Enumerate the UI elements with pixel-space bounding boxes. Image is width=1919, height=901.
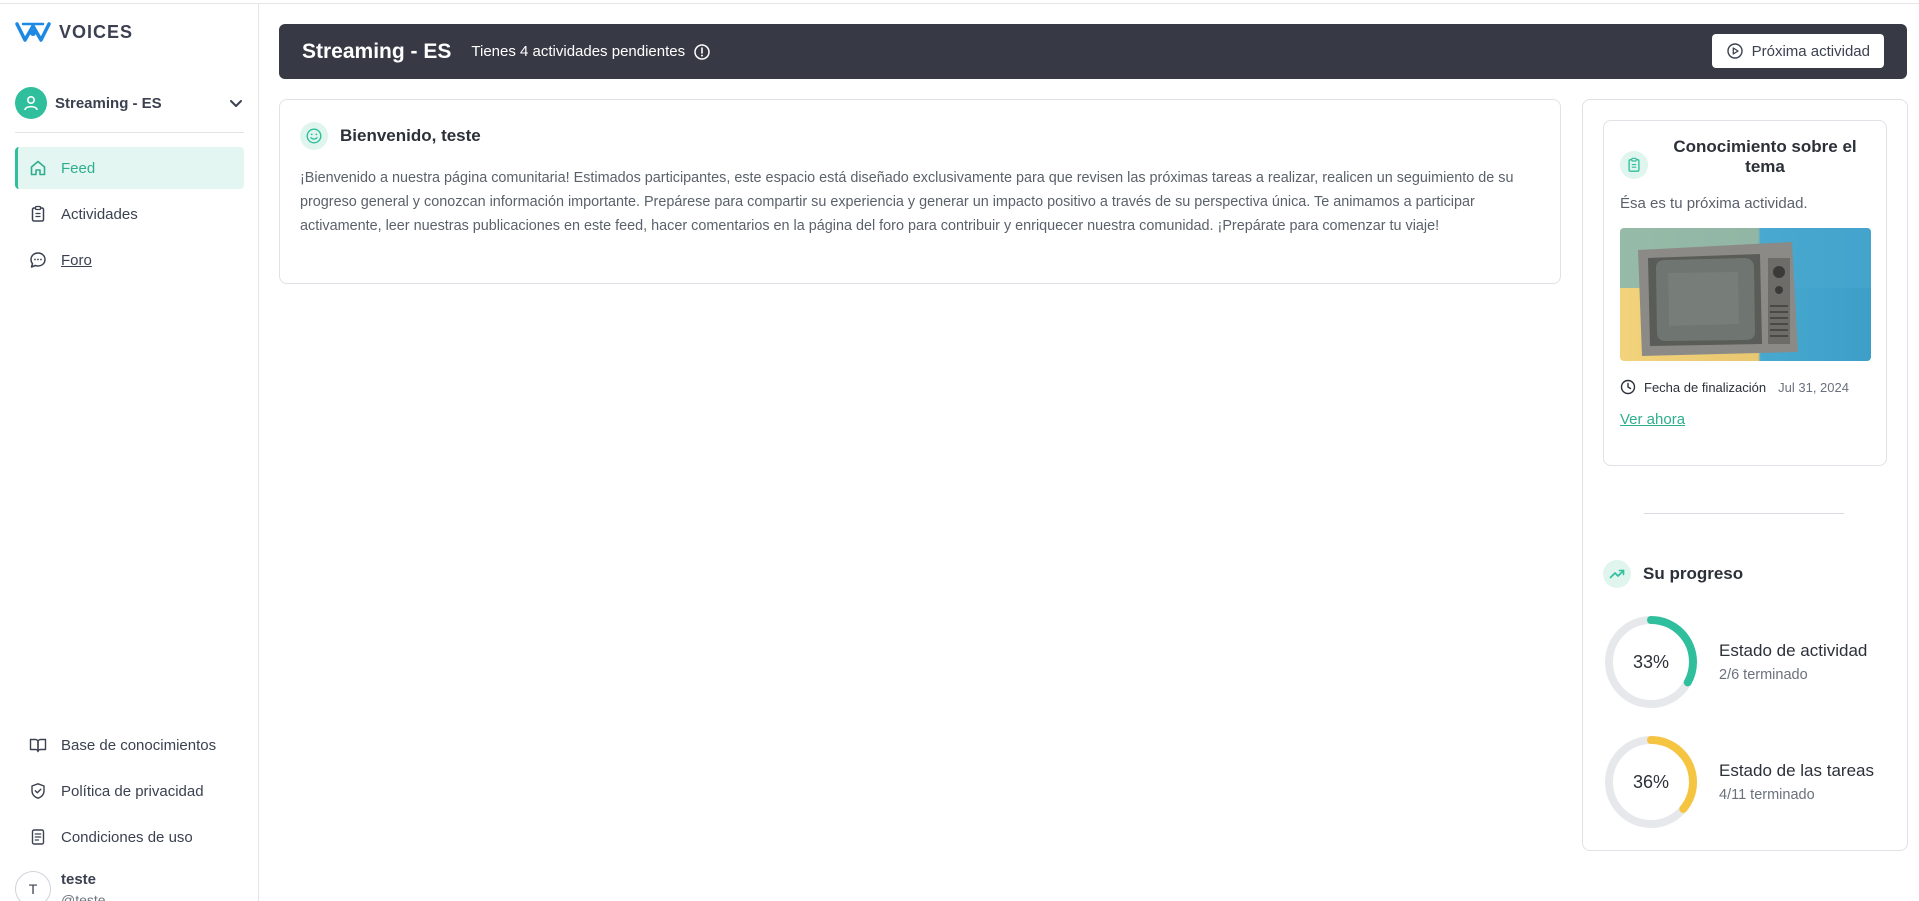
sidebar-item-actividades[interactable]: Actividades <box>15 193 244 235</box>
book-icon <box>29 738 47 753</box>
activity-progress: 33% Estado de actividad 2/6 terminado <box>1603 614 1903 710</box>
user-name: teste <box>61 871 97 888</box>
sidebar-item-label: Feed <box>61 159 96 177</box>
trending-up-icon <box>1603 560 1631 588</box>
info-icon[interactable] <box>693 43 711 61</box>
next-activity-subtitle: Ésa es tu próxima actividad. <box>1620 195 1808 212</box>
shield-icon <box>31 783 45 799</box>
smiley-icon <box>300 122 328 150</box>
next-activity-button[interactable]: Próxima actividad <box>1711 34 1884 68</box>
brand-name: VOICES <box>59 21 134 42</box>
clock-icon <box>1620 379 1636 395</box>
community-name: Streaming - ES <box>55 94 162 112</box>
progress-count: 4/11 terminado <box>1719 787 1815 803</box>
due-date-value: Jul 31, 2024 <box>1778 379 1849 395</box>
progress-label: Estado de las tareas <box>1719 761 1874 780</box>
user-profile[interactable]: T teste @teste <box>15 871 106 901</box>
next-activity-card: Conocimiento sobre el tema Ésa es tu pró… <box>1603 120 1887 466</box>
page-header: Streaming - ES Tienes 4 actividades pend… <box>279 24 1907 79</box>
sidebar: VOICES Streaming - ES Feed Actividades F… <box>0 4 259 901</box>
progress-label: Estado de actividad <box>1719 641 1868 660</box>
brand[interactable]: VOICES <box>15 18 133 46</box>
sidebar-divider <box>15 132 244 133</box>
clipboard-icon <box>31 205 45 222</box>
play-circle-icon <box>1726 43 1743 59</box>
welcome-title: Bienvenido, teste <box>340 126 481 145</box>
sidebar-item-foro[interactable]: Foro <box>15 239 244 281</box>
community-avatar-icon <box>15 87 47 119</box>
sidebar-item-feed[interactable]: Feed <box>15 147 244 189</box>
activity-image[interactable] <box>1620 228 1871 361</box>
sidebar-item-label: Condiciones de uso <box>61 828 193 846</box>
progress-percent: 36% <box>1632 771 1670 792</box>
next-activity-title: Conocimiento sobre el tema <box>1673 137 1857 176</box>
chat-icon <box>30 252 46 268</box>
sidebar-item-label: Política de privacidad <box>61 782 204 800</box>
welcome-text: ¡Bienvenido a nuestra página comunitaria… <box>300 170 1514 234</box>
right-panel: Conocimiento sobre el tema Ésa es tu pró… <box>1582 99 1908 851</box>
pending-activities-text: Tienes 4 actividades pendientes <box>471 43 686 60</box>
community-selector[interactable]: Streaming - ES <box>15 84 244 122</box>
sidebar-item-terms[interactable]: Condiciones de uso <box>15 816 244 858</box>
welcome-card: Bienvenido, teste ¡Bienvenido a nuestra … <box>279 99 1561 284</box>
progress-count: 2/6 terminado <box>1719 667 1808 683</box>
clipboard-icon <box>1620 151 1648 179</box>
view-now-link[interactable]: Ver ahora <box>1620 411 1685 428</box>
top-border <box>0 0 1919 4</box>
tasks-progress: 36% Estado de las tareas 4/11 terminado <box>1603 734 1903 830</box>
voices-logo-icon <box>15 22 51 42</box>
page-title: Streaming - ES <box>302 39 452 63</box>
due-date-label: Fecha de finalización <box>1644 379 1767 395</box>
sidebar-item-knowledge-base[interactable]: Base de conocimientos <box>15 724 244 766</box>
document-icon <box>31 829 45 845</box>
next-activity-label: Próxima actividad <box>1751 42 1870 60</box>
sidebar-item-label: Foro <box>61 251 92 269</box>
progress-ring: 33% <box>1603 614 1699 710</box>
sidebar-item-label: Actividades <box>61 205 138 223</box>
progress-ring: 36% <box>1603 734 1699 830</box>
sidebar-item-label: Base de conocimientos <box>61 736 217 754</box>
chevron-down-icon <box>230 100 242 107</box>
main-nav: Feed Actividades Foro <box>15 147 244 285</box>
progress-title: Su progreso <box>1643 564 1744 583</box>
avatar: T <box>15 871 51 901</box>
due-date: Fecha de finalización Jul 31, 2024 <box>1620 379 1870 395</box>
home-icon <box>30 160 46 176</box>
progress-percent: 33% <box>1632 651 1670 672</box>
panel-divider <box>1644 513 1844 514</box>
user-handle: @teste <box>61 892 106 901</box>
progress-header: Su progreso <box>1603 560 1743 588</box>
sidebar-item-privacy[interactable]: Política de privacidad <box>15 770 244 812</box>
secondary-nav: Base de conocimientos Política de privac… <box>15 724 244 862</box>
